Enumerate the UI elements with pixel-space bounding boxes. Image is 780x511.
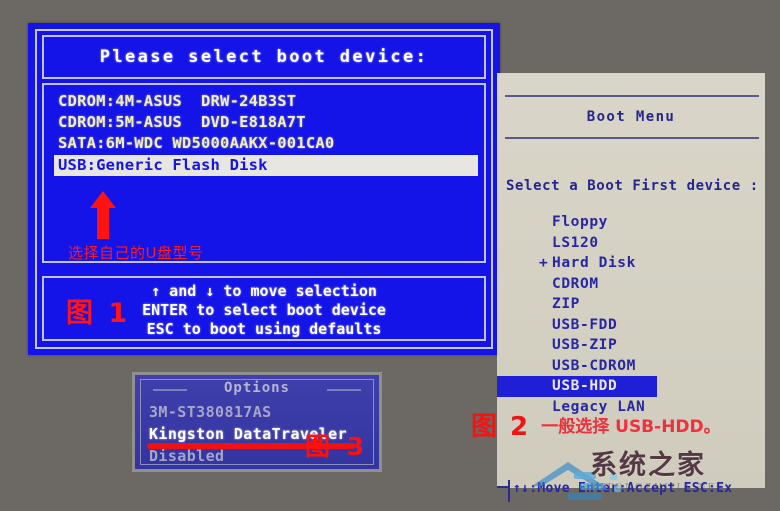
list-item-label: Hard Disk xyxy=(552,255,636,271)
status-bar-text: ↑↓:Move Enter:Accept ESC:Ex xyxy=(513,481,733,496)
page-title: Please select boot device: xyxy=(99,47,429,67)
list-item[interactable]: SATA:6M-WDC WD5000AAKX-001CA0 xyxy=(44,133,484,154)
list-item-selected[interactable]: USB:Generic Flash Disk xyxy=(54,155,478,176)
list-item-label: Floppy xyxy=(552,214,608,230)
list-item-label: USB-CDROM xyxy=(552,357,636,374)
screenshot-stage: Please select boot device: CDROM:4M-ASUS… xyxy=(0,0,780,511)
list-item[interactable]: + Hard Disk xyxy=(497,253,765,274)
list-item-label: CDROM xyxy=(552,275,599,292)
current-default-marker: + xyxy=(539,255,549,271)
usb-selection-annotation: 选择自己的U盘型号 xyxy=(68,244,204,262)
list-item-label: Legacy LAN xyxy=(552,398,646,415)
list-item[interactable]: USB-ZIP xyxy=(497,335,765,356)
list-item[interactable]: Floppy xyxy=(497,212,765,233)
status-divider xyxy=(508,480,510,502)
list-item[interactable]: CDROM xyxy=(497,274,765,295)
list-item[interactable]: CDROM:4M-ASUS DRW-24B3ST xyxy=(44,91,484,112)
list-item-label: USB-ZIP xyxy=(552,337,618,353)
list-item-selected[interactable]: USB-HDD xyxy=(497,376,657,397)
boot-menu-title: Boot Menu xyxy=(586,109,676,125)
list-item-label: ZIP xyxy=(552,296,580,312)
figure-2-note: 一般选择 USB-HDD。 xyxy=(541,417,721,437)
list-item[interactable]: CDROM:5M-ASUS DVD-E818A7T xyxy=(44,112,484,133)
boot-menu-status-bar: ↑↓:Move Enter:Accept ESC:Ex xyxy=(497,480,765,502)
options-row[interactable]: Disabled xyxy=(149,447,224,465)
boot-menu-prompt: Select a Boot First device : xyxy=(506,178,759,194)
figure-label-2: 图 2 一般选择 USB-HDD。 xyxy=(471,414,721,440)
list-item[interactable]: LS120 xyxy=(497,233,765,254)
options-row[interactable]: 3M-ST380817AS xyxy=(149,403,272,421)
options-title: Options xyxy=(135,380,379,396)
divider-top xyxy=(505,95,759,97)
dialog-title-box: Please select boot device: xyxy=(42,35,486,79)
figure-label-1: 图 1 xyxy=(66,298,131,329)
boot-first-device-list: Floppy LS120 + Hard Disk CDROM ZIP USB-FD… xyxy=(497,212,765,417)
list-item-label: USB-HDD xyxy=(552,378,618,394)
list-item[interactable]: USB-CDROM xyxy=(497,356,765,377)
red-up-arrow-icon xyxy=(90,191,116,239)
list-item-label: LS120 xyxy=(552,234,599,251)
figure-label-2-text: 图 2 xyxy=(471,412,531,442)
figure-label-3: 图 3 xyxy=(305,432,369,461)
boot-device-dialog: Please select boot device: CDROM:4M-ASUS… xyxy=(28,23,500,355)
divider-under-title xyxy=(505,137,759,139)
list-item[interactable]: USB-FDD xyxy=(497,315,765,336)
list-item-label: USB-FDD xyxy=(552,316,618,333)
list-item[interactable]: ZIP xyxy=(497,294,765,315)
